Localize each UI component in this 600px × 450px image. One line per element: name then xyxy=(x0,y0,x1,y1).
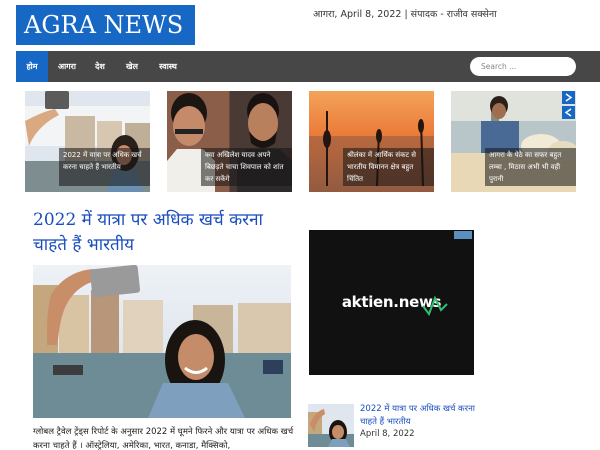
featured-card-petha[interactable]: आगरा के पेठे का सफर बहुत लम्बा , मिठास अ… xyxy=(451,91,576,192)
featured-caption: 2022 में यात्रा पर अधिक खर्च करना चाहते … xyxy=(59,148,150,186)
arrow-right-icon[interactable] xyxy=(562,91,575,104)
featured-caption: आगरा के पेठे का सफर बहुत लम्बा , मिठास अ… xyxy=(485,148,576,186)
advertisement[interactable]: aktien.news xyxy=(309,230,474,375)
nav-item-desh[interactable]: देश xyxy=(86,51,114,82)
dateline: आगरा, April 8, 2022 | संपादक - राजीव सक्… xyxy=(313,9,497,20)
arrow-left-icon[interactable] xyxy=(562,106,575,119)
main-navigation: होम आगरा देश खेल स्वास्थ xyxy=(16,51,600,82)
featured-card-akhilesh[interactable]: क्या अखिलेश यादव अपने बिछड़ते चाचा शिवपा… xyxy=(167,91,292,192)
featured-card-travel[interactable]: 2022 में यात्रा पर अधिक खर्च करना चाहते … xyxy=(25,91,150,192)
featured-card-srilanka[interactable]: श्रीलंका में आर्थिक संकट से भारतीय विमान… xyxy=(309,91,434,192)
featured-caption: क्या अखिलेश यादव अपने बिछड़ते चाचा शिवपा… xyxy=(201,148,292,186)
ad-wave-icon xyxy=(422,296,448,316)
site-logo[interactable]: AGRA NEWS xyxy=(16,5,195,45)
nav-item-agra[interactable]: आगरा xyxy=(50,51,84,82)
ad-close-icon[interactable] xyxy=(454,231,472,239)
nav-item-home[interactable]: होम xyxy=(16,51,48,82)
main-article-excerpt: ग्लोबल ट्रैवेल ट्रेंड्स रिपोर्ट के अनुसा… xyxy=(33,427,294,450)
sidebar-post-date: April 8, 2022 xyxy=(360,429,415,439)
nav-item-swasthya[interactable]: स्वास्थ xyxy=(150,51,186,82)
sidebar-post-title[interactable]: 2022 में यात्रा पर अधिक खर्च करना चाहते … xyxy=(360,403,480,429)
search-input[interactable] xyxy=(470,57,576,76)
featured-caption: श्रीलंका में आर्थिक संकट से भारतीय विमान… xyxy=(343,148,434,186)
main-article-title[interactable]: 2022 में यात्रा पर अधिक खर्च करना चाहते … xyxy=(33,208,293,258)
main-article-image xyxy=(33,265,291,418)
nav-item-khel[interactable]: खेल xyxy=(118,51,146,82)
sidebar-post-thumbnail[interactable] xyxy=(308,404,354,447)
